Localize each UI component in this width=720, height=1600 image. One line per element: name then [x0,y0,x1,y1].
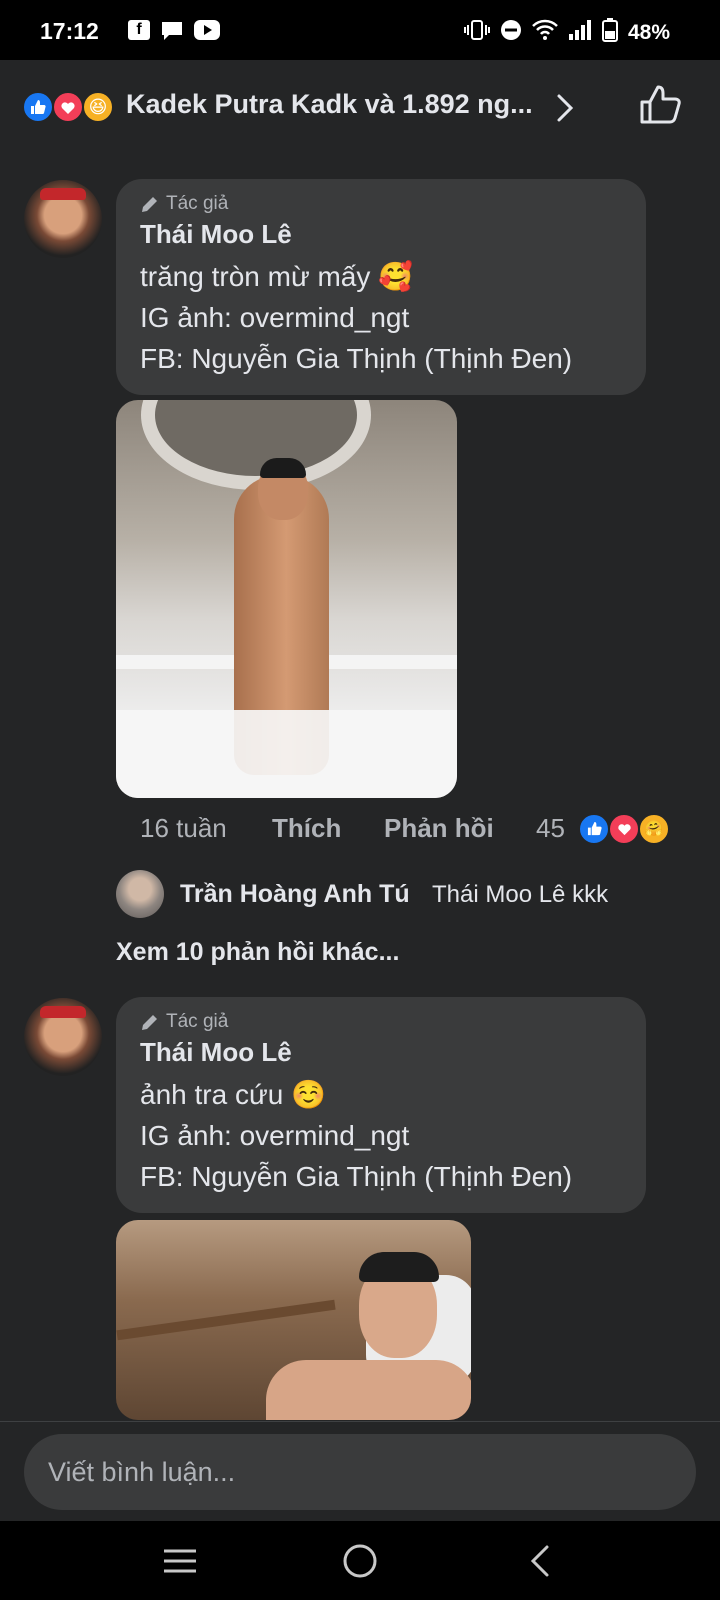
comment-composer [0,1421,720,1521]
haha-reaction-icon: 😆 [82,91,114,123]
back-chevron-icon [530,1545,549,1576]
menu-icon [164,1549,196,1572]
avatar[interactable] [24,180,102,258]
comment-input[interactable] [24,1434,696,1510]
comment-actions: 16 tuần Thích Phản hồi 45 🤗 [116,813,676,853]
status-bar: 17:12 f 48% [0,0,720,60]
comment-text-line: ảnh tra cứu ☺️ [140,1079,326,1110]
youtube-icon [194,20,220,40]
like-reaction-icon [578,813,610,845]
facebook-icon: f [128,20,150,40]
do-not-disturb-icon [500,19,522,46]
signal-icon [568,19,592,46]
view-more-replies-link[interactable]: Xem 10 phản hồi khác... [116,938,399,967]
messenger-icon [160,20,184,47]
comment-text-line: FB: Nguyễn Gia Thịnh (Thịnh Đen) [140,1161,573,1192]
reply-preview[interactable]: Trần Hoàng Anh Tú Thái Moo Lê kkk [116,870,696,918]
author-badge: Tác giả [140,1011,622,1033]
author-tag-label: Tác giả [166,1011,229,1032]
pencil-icon [142,1015,157,1030]
status-time: 17:12 [40,18,99,44]
comment-text-line: FB: Nguyễn Gia Thịnh (Thịnh Đen) [140,343,573,374]
reply-author[interactable]: Trần Hoàng Anh Tú [180,880,410,909]
home-button[interactable] [305,1521,415,1600]
wifi-icon [532,19,558,46]
reaction-icons: 😆 [22,91,118,123]
notification-icons: f [128,20,220,47]
comment-text-line: trăng tròn mừ mấy 🥰 [140,261,414,292]
comment-photo[interactable] [116,1220,471,1420]
author-tag-label: Tác giả [166,193,229,214]
reply-avatar[interactable] [116,870,164,918]
battery-icon [601,18,618,47]
love-reaction-icon [52,91,84,123]
avatar[interactable] [24,998,102,1076]
comment-bubble[interactable]: Tác giả Thái Moo Lê trăng tròn mừ mấy 🥰 … [116,179,646,395]
comment-author[interactable]: Thái Moo Lê [140,1037,622,1068]
author-badge: Tác giả [140,193,622,215]
home-circle-icon [343,1544,377,1577]
recent-apps-button[interactable] [125,1521,235,1600]
back-button[interactable] [485,1521,595,1600]
chevron-right-icon[interactable] [556,93,574,128]
reactions-header[interactable]: 😆 Kadek Putra Kadk và 1.892 ng... [0,60,720,154]
system-status: 48% [463,18,670,47]
comment-author[interactable]: Thái Moo Lê [140,219,622,250]
vibrate-icon [463,19,490,46]
love-reaction-icon [608,813,640,845]
care-reaction-icon: 🤗 [638,813,670,845]
comment-text-line: IG ảnh: overmind_ngt [140,1120,410,1151]
pencil-icon [142,197,157,212]
reply-button[interactable]: Phản hồi [384,813,494,844]
system-nav-bar [0,1521,720,1600]
like-outline-icon[interactable] [638,82,682,131]
battery-percent: 48% [627,20,670,44]
like-button[interactable]: Thích [272,813,341,844]
comment-text-line: IG ảnh: overmind_ngt [140,302,410,333]
like-reaction-icon [22,91,54,123]
comment-time: 16 tuần [140,813,227,843]
reactions-summary[interactable]: Kadek Putra Kadk và 1.892 ng... [126,89,533,120]
comment-bubble[interactable]: Tác giả Thái Moo Lê ảnh tra cứu ☺️ IG ản… [116,997,646,1213]
reaction-count[interactable]: 45 [536,813,565,844]
comment-photo[interactable] [116,400,457,798]
reply-text: Thái Moo Lê kkk [432,881,609,908]
